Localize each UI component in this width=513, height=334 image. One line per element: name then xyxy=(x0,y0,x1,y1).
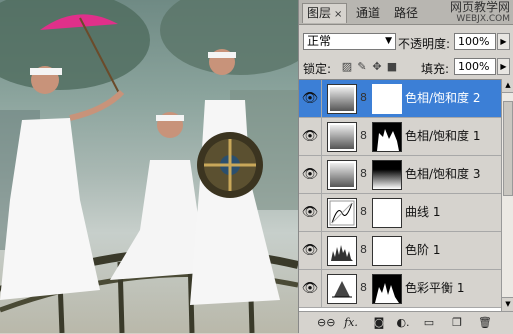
chevron-down-icon: ▼ xyxy=(385,36,392,46)
layer-mask-thumb[interactable] xyxy=(372,274,402,304)
layer-mask-thumb[interactable] xyxy=(372,198,402,228)
trash-icon[interactable]: 🗑 xyxy=(477,315,493,330)
eye-icon[interactable]: 👁 xyxy=(299,194,322,231)
scroll-down-icon[interactable]: ▼ xyxy=(502,297,513,311)
tab-paths[interactable]: 路径 xyxy=(390,4,422,23)
chain-link-icon[interactable]: 8 xyxy=(360,129,367,142)
scroll-thumb[interactable] xyxy=(503,101,513,196)
hue-saturation-thumb-icon xyxy=(327,122,357,152)
lock-label: 锁定: xyxy=(303,62,332,76)
eye-icon[interactable]: 👁 xyxy=(299,232,322,269)
fill-input[interactable]: 100% xyxy=(454,58,496,75)
eye-icon[interactable]: 👁 xyxy=(299,156,322,193)
scroll-up-icon[interactable]: ▲ xyxy=(502,79,513,93)
layer-name: 色相/饱和度 2 xyxy=(405,91,481,105)
fill-label: 填充: xyxy=(421,62,450,76)
lock-transparent-icon[interactable]: ▨ xyxy=(341,61,353,73)
tab-layers[interactable]: 图层 × xyxy=(302,3,348,23)
link-layers-icon[interactable]: ⊖⊖ xyxy=(317,315,335,330)
layers-bottom-toolbar: ⊖⊖ fx. ◙ ◐. ▭ ❐ 🗑 xyxy=(299,311,513,334)
chain-link-icon[interactable]: 8 xyxy=(360,167,367,180)
lock-position-icon[interactable]: ✥ xyxy=(371,61,383,73)
tab-channels-label: 通道 xyxy=(356,6,381,20)
layer-row[interactable]: 👁 8 色相/饱和度 2 xyxy=(299,80,501,118)
chain-link-icon[interactable]: 8 xyxy=(360,205,367,218)
layer-mask-thumb[interactable] xyxy=(372,84,402,114)
chain-link-icon[interactable]: 8 xyxy=(360,243,367,256)
layer-mask-thumb[interactable] xyxy=(372,122,402,152)
tab-layers-label: 图层 xyxy=(307,6,332,20)
document-canvas[interactable] xyxy=(0,0,298,333)
close-icon[interactable]: × xyxy=(334,9,342,20)
layer-name: 色阶 1 xyxy=(405,243,441,257)
watermark-url: WEBJX.COM xyxy=(456,14,510,24)
opacity-value: 100% xyxy=(458,35,490,48)
lock-image-icon[interactable]: ✎ xyxy=(356,61,368,73)
curves-thumb-icon xyxy=(327,198,357,228)
chain-link-icon[interactable]: 8 xyxy=(360,281,367,294)
layers-panel: 图层 × 通道 路径 网页教学网 WEBJX.COM 正常 ▼ 不透明度: 100… xyxy=(298,0,513,334)
hue-saturation-thumb-icon xyxy=(327,84,357,114)
tab-paths-label: 路径 xyxy=(394,6,419,20)
chain-link-icon[interactable]: 8 xyxy=(360,91,367,104)
opacity-slider-button[interactable]: ▶ xyxy=(497,33,510,50)
eye-icon[interactable]: 👁 xyxy=(299,270,322,307)
eye-icon[interactable]: 👁 xyxy=(299,80,322,117)
add-mask-icon[interactable]: ◙ xyxy=(371,315,387,330)
new-layer-icon[interactable]: ❐ xyxy=(449,315,465,330)
layer-row[interactable]: 👁 8 曲线 1 xyxy=(299,194,501,232)
adjustment-layer-icon[interactable]: ◐. xyxy=(395,315,411,330)
layer-row[interactable]: 👁 8 色阶 1 xyxy=(299,232,501,270)
group-icon[interactable]: ▭ xyxy=(421,315,437,330)
watermark: 网页教学网 WEBJX.COM xyxy=(450,1,510,25)
layers-list: 👁 8 色相/饱和度 2 👁 8 色相/饱和度 1 👁 8 色相/饱和度 3 👁… xyxy=(299,79,501,312)
blend-mode-select[interactable]: 正常 ▼ xyxy=(303,33,396,50)
hue-saturation-thumb-icon xyxy=(327,160,357,190)
panel-tab-bar: 图层 × 通道 路径 网页教学网 WEBJX.COM xyxy=(299,0,513,25)
layer-row[interactable]: 👁 8 色彩平衡 1 xyxy=(299,270,501,308)
lock-all-icon[interactable]: ■ xyxy=(386,61,398,73)
opacity-label: 不透明度: xyxy=(398,37,451,51)
layer-name: 曲线 1 xyxy=(405,205,441,219)
layer-name: 色相/饱和度 1 xyxy=(405,129,481,143)
color-balance-thumb-icon xyxy=(327,274,357,304)
fill-slider-button[interactable]: ▶ xyxy=(497,58,510,75)
layer-mask-thumb[interactable] xyxy=(372,236,402,266)
layer-name: 色彩平衡 1 xyxy=(405,281,465,295)
fill-value: 100% xyxy=(458,60,490,73)
layer-row[interactable]: 👁 8 色相/饱和度 1 xyxy=(299,118,501,156)
tab-channels[interactable]: 通道 xyxy=(352,4,384,23)
fx-icon[interactable]: fx. xyxy=(343,315,359,330)
layer-name: 色相/饱和度 3 xyxy=(405,167,481,181)
photo-image xyxy=(0,0,298,333)
layer-row[interactable]: 👁 8 色相/饱和度 3 xyxy=(299,156,501,194)
blend-mode-value: 正常 xyxy=(307,34,332,48)
layers-scrollbar[interactable]: ▲ ▼ xyxy=(501,79,513,311)
layer-mask-thumb[interactable] xyxy=(372,160,402,190)
opacity-input[interactable]: 100% xyxy=(454,33,496,50)
levels-thumb-icon xyxy=(327,236,357,266)
watermark-title: 网页教学网 xyxy=(449,0,510,14)
eye-icon[interactable]: 👁 xyxy=(299,118,322,155)
